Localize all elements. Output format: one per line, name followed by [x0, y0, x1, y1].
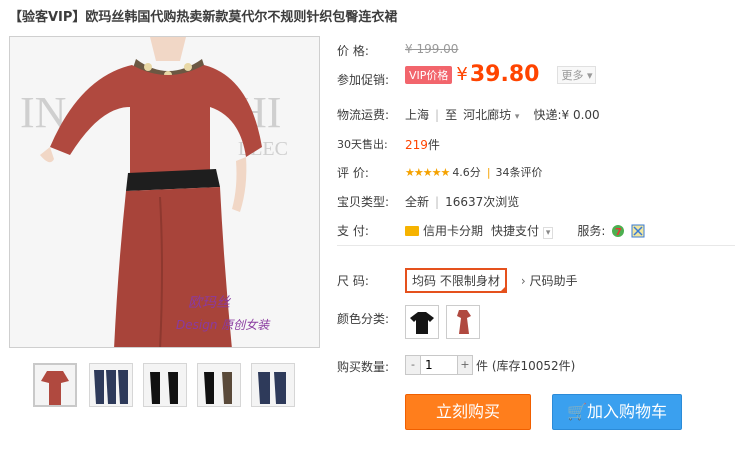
sold-row: 30天售出: [337, 136, 388, 152]
condition-label: 宝贝类型: [337, 195, 390, 209]
rating-row: 评 价: [337, 164, 369, 181]
vip-price-badge: VIP价格 [405, 65, 453, 84]
thumb-image [252, 364, 294, 406]
stock-info: 件 (库存10052件) [476, 358, 576, 373]
quick-pay-select[interactable]: 快捷支付 ▾ [491, 222, 554, 239]
section-divider [337, 245, 735, 246]
product-title: 【验客VIP】欧玛丝韩国代购热卖新款莫代尔不规则针织包臀连衣裙 [9, 10, 398, 25]
svg-text:7: 7 [615, 227, 622, 238]
ship-to: 河北廊坊 [463, 108, 512, 122]
chevron-right-icon: › [520, 274, 526, 288]
thumbnail-3[interactable] [143, 363, 187, 407]
promo-label: 参加促销: [337, 73, 390, 87]
seven-day-return-icon[interactable]: 7 [611, 224, 625, 238]
color-option-red[interactable] [446, 305, 480, 339]
size-value: 均码 不限制身材 › 尺码助手 [405, 268, 577, 293]
separator: | [435, 107, 440, 122]
quantity-value: - + 件 (库存10052件) [405, 355, 575, 375]
thumbnail-5[interactable] [251, 363, 295, 407]
credit-card-icon [405, 225, 419, 236]
size-helper-link[interactable]: › 尺码助手 [521, 272, 578, 289]
quantity-increment-button[interactable]: + [458, 356, 472, 374]
ship-from: 上海 [405, 108, 430, 122]
ship-to-sep: 至 [445, 108, 458, 122]
color-row: 颜色分类: [337, 310, 389, 327]
more-promos-button[interactable]: 更多 ▾ [557, 65, 597, 84]
ship-to-select[interactable]: 河北廊坊 ▾ [463, 106, 519, 123]
color-label: 颜色分类: [337, 312, 390, 326]
size-row: 尺 码: [337, 272, 369, 289]
promo-value: VIP价格 ¥ 39.80 更多 ▾ [405, 62, 597, 87]
condition-value: 全新 | 16637次浏览 [405, 193, 519, 210]
sold-value: 219 件 [405, 136, 440, 153]
view-count: 16637次浏览 [445, 195, 520, 209]
quantity-label: 购买数量: [337, 360, 390, 374]
thumb-image [35, 365, 75, 405]
original-price: ¥ 199.00 [405, 42, 459, 56]
sold-unit: 件 [427, 138, 440, 152]
price-label: 价 格: [337, 44, 369, 58]
shipping-row: 物流运费: [337, 106, 389, 123]
quantity-row: 购买数量: [337, 358, 389, 375]
rating-score: 4.6分 [452, 166, 481, 179]
quantity-stepper: - + [405, 355, 473, 375]
price-value: ¥ 199.00 [405, 42, 458, 56]
payment-row: 支 付: [337, 222, 369, 239]
promo-row: 参加促销: [337, 71, 389, 88]
condition-type: 全新 [405, 195, 430, 209]
shipping-label: 物流运费: [337, 108, 390, 122]
installment-link[interactable]: 信用卡分期 [423, 222, 483, 239]
add-to-cart-button[interactable]: 🛒加入购物车 [552, 394, 682, 430]
cart-icon: 🛒 [567, 402, 587, 421]
more-label: 更多 [561, 68, 584, 82]
thumb-image [144, 364, 186, 406]
quantity-input[interactable] [420, 356, 458, 374]
buy-now-button[interactable]: 立刻购买 [405, 394, 531, 430]
rating-value: ★★★★★ 4.6分 | 34条评价 [405, 164, 543, 180]
shipping-value: 上海 | 至 河北廊坊 ▾ 快递: ¥ 0.00 [405, 106, 600, 123]
separator: | [486, 165, 491, 179]
color-swatch-image [406, 306, 438, 338]
price-row: 价 格: [337, 42, 369, 59]
separator: | [435, 194, 440, 209]
thumb-image [198, 364, 240, 406]
sold-label: 30天售出: [337, 138, 388, 151]
guarantee-icon[interactable] [631, 224, 645, 238]
star-rating-icon: ★★★★★ [405, 165, 450, 179]
reviews-link[interactable]: 34条评价 [496, 164, 543, 180]
color-swatch-image [447, 306, 479, 338]
brand-watermark-sub: Design 原创女装 [176, 318, 271, 332]
thumbnail-4[interactable] [197, 363, 241, 407]
thumb-image [90, 364, 132, 406]
thumbnail-2[interactable] [89, 363, 133, 407]
ship-method: 快递: [533, 108, 562, 122]
main-product-image[interactable]: IN HI LLEC 欧玛丝 Design 原创女装 [9, 36, 320, 348]
sold-count: 219 [405, 137, 428, 152]
rating-label: 评 价: [337, 166, 369, 180]
condition-row: 宝贝类型: [337, 193, 389, 210]
quantity-decrement-button[interactable]: - [406, 356, 420, 374]
ship-fee: ¥ 0.00 [561, 107, 600, 122]
payment-value: 信用卡分期 快捷支付 ▾ 服务: 7 [405, 222, 645, 239]
service-label: 服务: [577, 224, 606, 238]
promo-price: 39.80 [469, 62, 540, 87]
quick-pay-label: 快捷支付 [491, 224, 540, 238]
chevron-down-icon: ▾ [542, 227, 554, 239]
chevron-down-icon: ▾ [514, 112, 520, 122]
size-helper-label: 尺码助手 [529, 274, 578, 288]
payment-label: 支 付: [337, 224, 369, 238]
color-option-black[interactable] [405, 305, 439, 339]
thumbnail-1[interactable] [33, 363, 77, 407]
active-indicator [52, 363, 62, 365]
currency-symbol: ¥ [456, 64, 468, 85]
size-option-selected[interactable]: 均码 不限制身材 [405, 268, 507, 293]
thumbnail-strip [33, 363, 303, 409]
size-label: 尺 码: [337, 274, 369, 288]
add-to-cart-label: 加入购物车 [586, 402, 667, 421]
dress-photo: IN HI LLEC 欧玛丝 Design 原创女装 [10, 37, 319, 347]
brand-watermark: 欧玛丝 [188, 295, 232, 311]
